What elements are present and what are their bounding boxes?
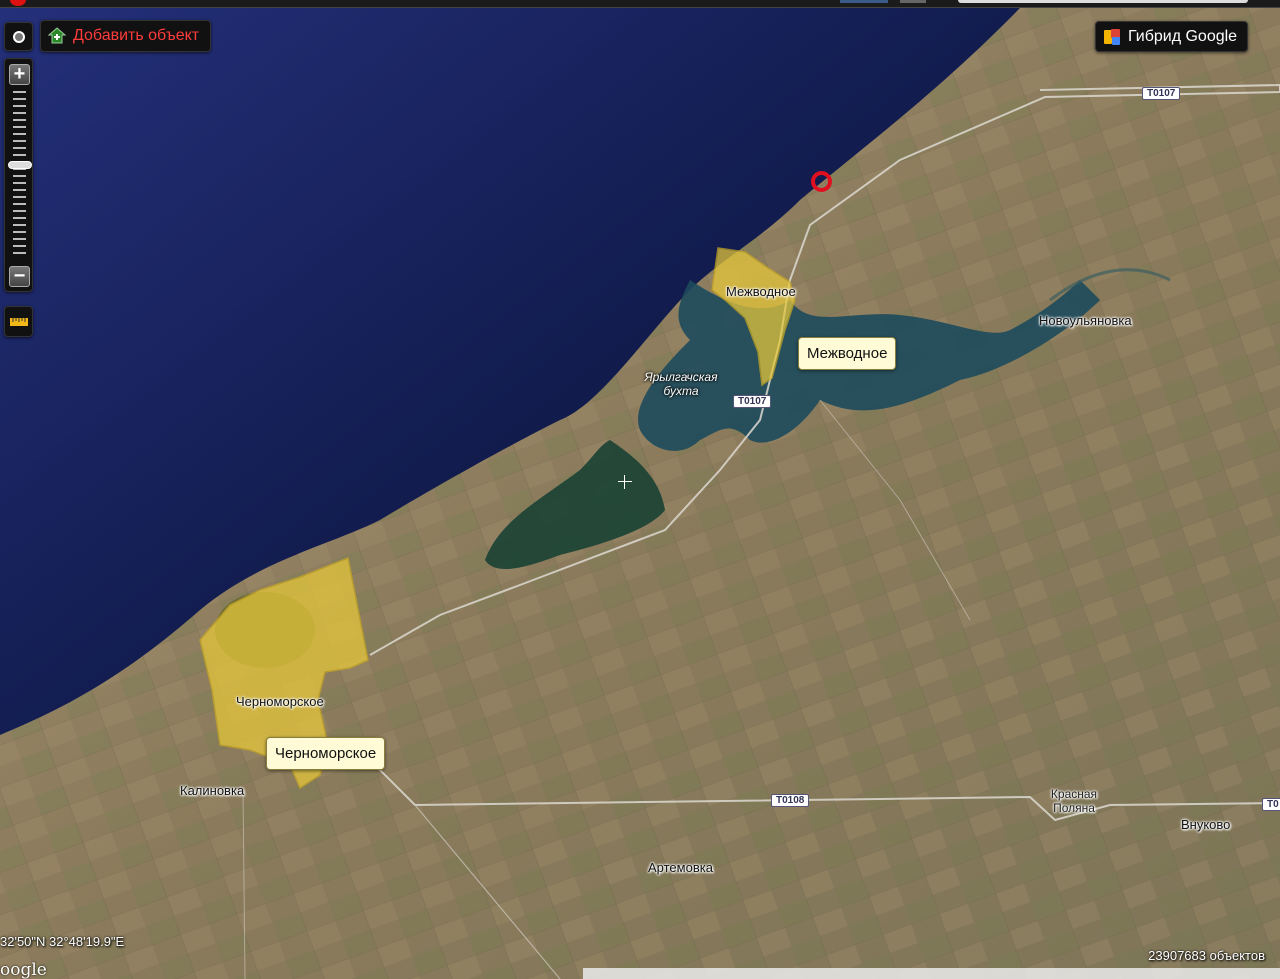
app-logo-icon: [10, 0, 26, 6]
map-canvas[interactable]: Межводное Новоульяновка Ярылгачская бухт…: [0, 0, 1280, 979]
map-type-button[interactable]: Гибрид Google: [1095, 21, 1248, 52]
add-object-button[interactable]: Добавить объект: [40, 20, 211, 52]
cursor-coordinates: 32'50"N 32°48'19.9"E: [0, 934, 125, 949]
place-label-vnukovo: Внуково: [1181, 817, 1231, 832]
callout-chernomorskoe[interactable]: Черноморское: [266, 737, 386, 770]
plus-icon[interactable]: +: [9, 64, 30, 85]
map-type-label: Гибрид Google: [1128, 27, 1238, 45]
callout-mezhvodnoe[interactable]: Межводное: [798, 337, 897, 370]
zoom-control[interactable]: + −: [4, 58, 33, 292]
satellite-imagery: [0, 0, 1280, 979]
map-layers-icon: [1104, 28, 1120, 45]
objects-count: 23907683 объектов: [1148, 948, 1265, 963]
location-dot-icon: [12, 30, 25, 43]
add-object-icon: [47, 27, 67, 44]
zoom-slider-track[interactable]: [13, 91, 26, 259]
place-label-novoulyanovka: Новоульяновка: [1039, 313, 1132, 328]
location-marker[interactable]: [811, 171, 832, 192]
ruler-icon: [9, 317, 28, 326]
road-shield-t0108: T0: [1262, 798, 1280, 811]
road-shield-t0107: T0107: [1142, 87, 1181, 100]
place-label-chernomorskoe: Черноморское: [236, 694, 324, 709]
place-label-kalinovka: Калиновка: [180, 783, 245, 798]
crosshair-cursor: [618, 475, 632, 489]
my-location-button[interactable]: [4, 22, 33, 51]
road-shield-t0108: T0108: [771, 794, 810, 807]
minus-icon[interactable]: −: [9, 266, 30, 287]
attribution-bar: [583, 968, 1280, 979]
zoom-slider-handle[interactable]: [8, 161, 32, 169]
search-input[interactable]: [958, 0, 1248, 3]
place-label-mezhvodnoe: Межводное: [726, 284, 796, 299]
place-label-krasnaya-polyana: Красная Поляна: [1050, 787, 1098, 815]
toolbar-segment[interactable]: [840, 0, 888, 3]
place-label-artemovka: Артемовка: [648, 860, 713, 875]
top-bar: [0, 0, 1280, 8]
google-logo: oogle: [0, 960, 47, 979]
place-label-bay: Ярылгачская бухта: [644, 370, 718, 398]
road-shield-t0107: T0107: [733, 395, 772, 408]
ruler-button[interactable]: [4, 306, 33, 337]
toolbar-segment[interactable]: [900, 0, 926, 3]
add-object-label: Добавить объект: [73, 27, 200, 44]
